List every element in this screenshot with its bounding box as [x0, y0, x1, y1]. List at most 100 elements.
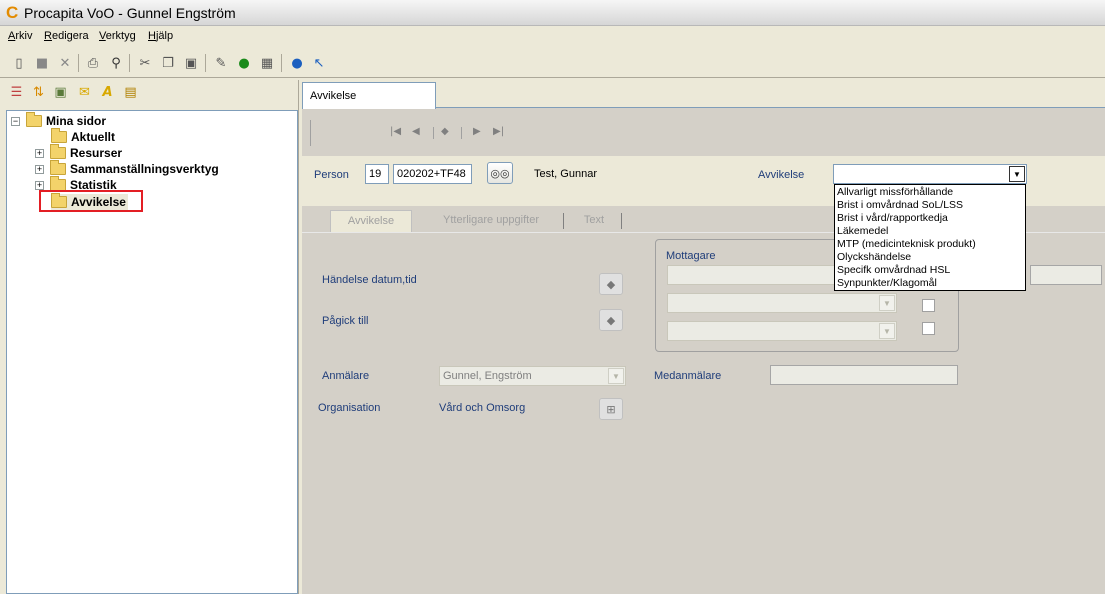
- menu-hjalp[interactable]: Hjälp: [148, 30, 173, 42]
- menu-redigera[interactable]: Redigera: [44, 30, 89, 42]
- avvikelse-label: Avvikelse: [758, 169, 805, 181]
- person-name: Test, Gunnar: [534, 168, 597, 180]
- keyboard-icon[interactable]: ▦: [258, 54, 276, 72]
- glasses-icon: ◎◎: [490, 166, 510, 180]
- clock-icon: ◆: [606, 277, 616, 291]
- org-chart-icon: ⊞: [606, 402, 616, 416]
- list-icon[interactable]: ☰: [8, 84, 25, 101]
- dropdown-option[interactable]: Läkemedel: [837, 225, 1023, 238]
- main-toolbar: ▯ ■ ✕ ⎙ ⚲ ✂ ❐ ▣ ✎ ● ▦ ● ↖: [0, 48, 1105, 78]
- tree-item-aktuellt[interactable]: Aktuellt: [51, 128, 116, 145]
- folder-icon: [50, 144, 66, 159]
- record-navigation: |◀ ◀ ◆ ▶ ▶|: [302, 110, 1105, 154]
- folder-icon: [51, 128, 67, 143]
- tab-avvikelse-details[interactable]: Avvikelse: [330, 210, 412, 232]
- paste-icon[interactable]: ▣: [182, 54, 200, 72]
- dropdown-option[interactable]: Olyckshändelse: [837, 251, 1023, 264]
- title-bar: C Procapita VoO - Gunnel Engström: [0, 0, 1105, 26]
- mottagare-checkbox-3[interactable]: [922, 322, 935, 335]
- person-label: Person: [314, 169, 349, 181]
- chevron-down-icon[interactable]: ▼: [879, 323, 895, 339]
- handelse-calendar-button[interactable]: ◆: [599, 273, 623, 295]
- medanmalare-label: Medanmälare: [654, 370, 722, 382]
- dropdown-option[interactable]: Synpunkter/Klagomål: [837, 277, 1023, 290]
- pagick-label: Pågick till: [322, 315, 369, 327]
- tree-item-sammanstallningsverktyg[interactable]: + Sammanställningsverktyg: [35, 160, 219, 177]
- tree-item-label: Aktuellt: [71, 130, 116, 144]
- highlight-annotation: [39, 190, 143, 212]
- search-person-button[interactable]: ◎◎: [487, 162, 513, 184]
- last-record-icon[interactable]: ▶|: [493, 126, 504, 137]
- chevron-down-icon[interactable]: ▼: [608, 368, 624, 384]
- organisation-value: Vård och Omsorg: [439, 402, 526, 414]
- expand-icon[interactable]: +: [35, 164, 44, 174]
- next-record-icon[interactable]: ▶: [473, 126, 481, 137]
- medanmalare-field[interactable]: [770, 365, 958, 385]
- save-icon[interactable]: ■: [33, 54, 51, 72]
- tree-toolbar: ☰ ⇅ ▣ ✉ A ▤: [0, 80, 298, 108]
- context-help-icon[interactable]: ↖: [310, 54, 328, 72]
- pagick-calendar-button[interactable]: ◆: [599, 309, 623, 331]
- current-record-icon[interactable]: ◆: [441, 126, 449, 137]
- previous-record-icon[interactable]: ◀: [412, 126, 420, 137]
- app-logo-icon: C: [6, 3, 19, 22]
- chevron-down-icon[interactable]: ▼: [879, 295, 895, 311]
- copy-icon[interactable]: ❐: [159, 54, 177, 72]
- mail-icon[interactable]: ✉: [76, 84, 93, 101]
- tree-label-mina-sidor: Mina sidor: [46, 114, 107, 128]
- window-title: Procapita VoO - Gunnel Engström: [24, 5, 236, 21]
- new-document-icon[interactable]: ▯: [10, 54, 28, 72]
- tab-avvikelse[interactable]: Avvikelse: [302, 82, 436, 109]
- organisation-button[interactable]: ⊞: [599, 398, 623, 420]
- expand-icon[interactable]: +: [35, 180, 44, 190]
- dropdown-option[interactable]: MTP (medicinteknisk produkt): [837, 238, 1023, 251]
- tree-root[interactable]: − Mina sidor: [11, 112, 107, 129]
- document-panel: Avvikelse |◀ ◀ ◆ ▶ ▶| Person 19 020202+T…: [302, 80, 1105, 594]
- menu-verktyg[interactable]: Verktyg: [99, 30, 136, 42]
- help-icon[interactable]: ●: [288, 54, 306, 72]
- avvikelse-dropdown-list: Allvarligt missförhållande Brist i omvår…: [834, 184, 1026, 291]
- person-id-field[interactable]: 020202+TF48: [393, 164, 472, 184]
- menu-arkiv[interactable]: Arkiv: [8, 30, 32, 42]
- document-tabstrip: Avvikelse: [302, 80, 1105, 109]
- first-record-icon[interactable]: |◀: [390, 126, 401, 137]
- dropdown-option[interactable]: Allvarligt missförhållande: [837, 186, 1023, 199]
- clock-icon: ◆: [606, 313, 616, 327]
- extra-field[interactable]: [1030, 265, 1102, 285]
- print-icon[interactable]: ⎙: [84, 54, 102, 72]
- handelse-label: Händelse datum,tid: [322, 274, 417, 286]
- notes-icon[interactable]: ▤: [122, 84, 139, 101]
- monitor-icon[interactable]: ▣: [52, 84, 69, 101]
- font-icon[interactable]: A: [99, 84, 116, 101]
- cut-icon[interactable]: ✂: [136, 54, 154, 72]
- mottagare-checkbox-2[interactable]: [922, 299, 935, 312]
- mottagare-select-2[interactable]: ▼: [667, 293, 897, 313]
- anmalare-select[interactable]: Gunnel, Engström ▼: [439, 366, 626, 386]
- avvikelse-select[interactable]: ▼: [833, 164, 1027, 184]
- info-icon[interactable]: ●: [235, 54, 253, 72]
- collapse-icon[interactable]: −: [11, 116, 20, 126]
- chevron-down-icon[interactable]: ▼: [1009, 166, 1025, 182]
- tab-text[interactable]: Text: [566, 210, 622, 232]
- folder-icon: [26, 112, 42, 127]
- anmalare-value: Gunnel, Engström: [443, 370, 532, 382]
- tab-ytterligare-uppgifter[interactable]: Ytterligare uppgifter: [416, 210, 566, 232]
- mottagare-label: Mottagare: [666, 250, 716, 262]
- dropdown-option[interactable]: Specifk omvårdnad HSL: [837, 264, 1023, 277]
- anmalare-label: Anmälare: [322, 370, 370, 382]
- pin-icon[interactable]: ✎: [212, 54, 230, 72]
- delete-icon[interactable]: ✕: [56, 54, 74, 72]
- tree-item-resurser[interactable]: + Resurser: [35, 144, 123, 161]
- menu-bar: Arkiv Redigera Verktyg Hjälp: [0, 27, 1105, 47]
- dropdown-option[interactable]: Brist i omvårdnad SoL/LSS: [837, 199, 1023, 212]
- sort-icon[interactable]: ⇅: [30, 84, 47, 101]
- expand-icon[interactable]: +: [35, 148, 44, 158]
- folder-icon: [50, 160, 66, 175]
- find-icon[interactable]: ⚲: [107, 54, 125, 72]
- person-century-field[interactable]: 19: [365, 164, 389, 184]
- navigation-tree: − Mina sidor Aktuellt + Resurser + Samma…: [6, 110, 298, 594]
- tree-item-label: Resurser: [70, 146, 123, 160]
- mottagare-select-3[interactable]: ▼: [667, 321, 897, 341]
- tree-item-label: Sammanställningsverktyg: [70, 162, 219, 176]
- dropdown-option[interactable]: Brist i vård/rapportkedja: [837, 212, 1023, 225]
